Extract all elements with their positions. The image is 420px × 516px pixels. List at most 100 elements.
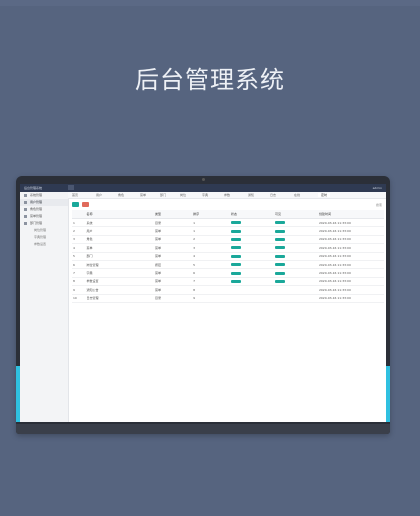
table-cell: 2 bbox=[72, 226, 86, 236]
table-cell: 6 bbox=[192, 268, 231, 278]
tab[interactable]: 用户 bbox=[96, 193, 102, 197]
tab[interactable]: 日志 bbox=[270, 193, 276, 197]
sidebar-item[interactable]: 岗位管理 bbox=[20, 227, 68, 234]
table-cell: 菜单 bbox=[154, 277, 193, 287]
table-row[interactable]: 1 系统 目录 1 2020-03-16 11:33:00 bbox=[72, 218, 384, 228]
table-cell: 2020-03-16 11:33:00 bbox=[317, 252, 384, 261]
table-row[interactable]: 2 用户 菜单 1 2020-03-16 11:33:00 bbox=[72, 226, 384, 236]
sidebar-item[interactable]: 用户管理 bbox=[20, 199, 68, 206]
tab[interactable]: 角色 bbox=[118, 193, 124, 197]
visible-badge bbox=[274, 277, 318, 287]
status-pill bbox=[231, 229, 242, 233]
table-cell: 2020-03-16 11:33:00 bbox=[317, 226, 384, 236]
table-cell: 7 bbox=[72, 268, 86, 278]
table-cell: 2020-03-16 11:33:00 bbox=[317, 285, 384, 295]
table-cell: 2020-03-16 11:33:00 bbox=[317, 268, 384, 278]
table-row[interactable]: 6 岗位管理 按钮 5 2020-03-16 11:33:00 bbox=[72, 260, 384, 270]
column-header[interactable]: 排序 bbox=[192, 210, 231, 219]
add-button[interactable] bbox=[72, 202, 79, 207]
visible-badge bbox=[274, 285, 318, 295]
visible-badge bbox=[274, 260, 318, 270]
sidebar-item[interactable]: 部门管理 bbox=[20, 220, 68, 227]
sidebar-item[interactable]: 菜单管理 bbox=[20, 213, 68, 220]
status-pill bbox=[275, 271, 286, 275]
tab[interactable]: 菜单 bbox=[140, 193, 146, 197]
status-badge bbox=[230, 277, 275, 287]
status-pill bbox=[275, 229, 286, 233]
visible-badge bbox=[274, 252, 318, 261]
table-cell: 2020-03-16 11:33:00 bbox=[317, 235, 384, 245]
status-pill bbox=[231, 221, 242, 225]
camera-icon bbox=[202, 178, 205, 181]
sidebar-item[interactable]: 字典管理 bbox=[20, 234, 68, 241]
laptop-screen: 后台管理系统 admin 系统管理 用户管理角色管理菜单管理 部门管理岗位管理 字典管… bbox=[20, 184, 386, 422]
menu-toggle-icon[interactable] bbox=[68, 185, 74, 190]
table-cell: 角色 bbox=[85, 235, 155, 245]
sidebar-item-label: 用户管理 bbox=[30, 200, 43, 204]
column-header[interactable]: 创建时间 bbox=[317, 210, 384, 219]
sidebar-item[interactable]: 参数设置 bbox=[20, 241, 68, 248]
table-cell: 参数设置 bbox=[85, 277, 155, 287]
search-toggle[interactable]: 搜索 bbox=[376, 203, 382, 207]
menu-icon bbox=[24, 208, 27, 211]
status-pill bbox=[231, 279, 242, 283]
tab-bar: 首页 用户 角色 菜单 部门 岗位 字典 参数 通知 日志 在线 定时 bbox=[68, 192, 386, 199]
table-cell: 系统 bbox=[85, 218, 155, 228]
tab[interactable]: 岗位 bbox=[180, 193, 186, 197]
delete-button[interactable] bbox=[82, 202, 89, 207]
table-cell: 部门 bbox=[85, 252, 155, 261]
table-cell: 9 bbox=[72, 285, 86, 295]
visible-badge bbox=[274, 218, 318, 228]
status-pill bbox=[275, 246, 286, 250]
table-cell: 4 bbox=[72, 243, 86, 253]
table-cell: 字典 bbox=[85, 268, 155, 278]
table-row[interactable]: 7 字典 菜单 6 2020-03-16 11:33:00 bbox=[72, 268, 384, 278]
sidebar-item-label: 角色管理 bbox=[30, 207, 43, 211]
user-menu[interactable]: admin bbox=[373, 186, 382, 190]
table-cell: 目录 bbox=[154, 294, 193, 303]
column-header[interactable]: 名称 bbox=[85, 210, 155, 219]
table-cell: 2020-03-16 11:33:00 bbox=[317, 260, 384, 270]
tab[interactable]: 字典 bbox=[202, 193, 208, 197]
table-cell: 菜单 bbox=[154, 243, 193, 253]
status-badge bbox=[230, 252, 275, 261]
status-pill bbox=[275, 254, 286, 258]
tab[interactable]: 首页 bbox=[72, 193, 78, 197]
data-table: 名称 类型 排序 状态 可见 创建时间 1 系统 目录 1 2020-03-16 11:33:00… bbox=[72, 210, 384, 303]
table-cell: 5 bbox=[192, 260, 231, 270]
sidebar-item[interactable]: 系统管理 bbox=[20, 192, 68, 199]
table-row[interactable]: 4 菜单 菜单 3 2020-03-16 11:33:00 bbox=[72, 243, 384, 253]
sidebar-item-label: 部门管理 bbox=[30, 221, 43, 225]
table-cell: 用户 bbox=[85, 226, 155, 236]
table-cell: 5 bbox=[72, 252, 86, 261]
tab[interactable]: 在线 bbox=[294, 193, 300, 197]
visible-badge bbox=[274, 268, 318, 278]
status-badge bbox=[230, 226, 275, 236]
column-header[interactable]: 可见 bbox=[274, 210, 318, 219]
table-cell: 1 bbox=[72, 218, 86, 228]
visible-badge bbox=[274, 243, 318, 253]
column-header[interactable] bbox=[72, 210, 86, 219]
table-cell: 菜单 bbox=[85, 243, 155, 253]
column-header[interactable]: 类型 bbox=[154, 210, 193, 219]
tab[interactable]: 参数 bbox=[224, 193, 230, 197]
table-row[interactable]: 3 角色 菜单 2 2020-03-16 11:33:00 bbox=[72, 235, 384, 245]
column-header[interactable]: 状态 bbox=[230, 210, 275, 219]
status-pill bbox=[231, 237, 242, 241]
table-cell: 2020-03-16 11:33:00 bbox=[317, 294, 384, 303]
tab[interactable]: 通知 bbox=[248, 193, 254, 197]
tab[interactable]: 定时 bbox=[318, 193, 331, 197]
sidebar-item-label: 字典管理 bbox=[34, 235, 47, 239]
status-badge bbox=[230, 235, 275, 245]
tab[interactable]: 部门 bbox=[160, 193, 166, 197]
table-row[interactable]: 10 日志管理 目录 9 2020-03-16 11:33:00 bbox=[72, 294, 384, 303]
table-cell: 6 bbox=[72, 260, 86, 270]
table-row[interactable]: 5 部门 菜单 4 2020-03-16 11:33:00 bbox=[72, 252, 384, 261]
sidebar-item[interactable]: 角色管理 bbox=[20, 206, 68, 213]
table-row[interactable]: 8 参数设置 菜单 7 2020-03-16 11:33:00 bbox=[72, 277, 384, 287]
app-brand: 后台管理系统 bbox=[24, 186, 43, 190]
visible-badge bbox=[274, 226, 318, 236]
table-cell: 3 bbox=[72, 235, 86, 245]
table-row[interactable]: 9 通知公告 菜单 8 2020-03-16 11:33:00 bbox=[72, 285, 384, 295]
menu-icon bbox=[24, 201, 27, 204]
